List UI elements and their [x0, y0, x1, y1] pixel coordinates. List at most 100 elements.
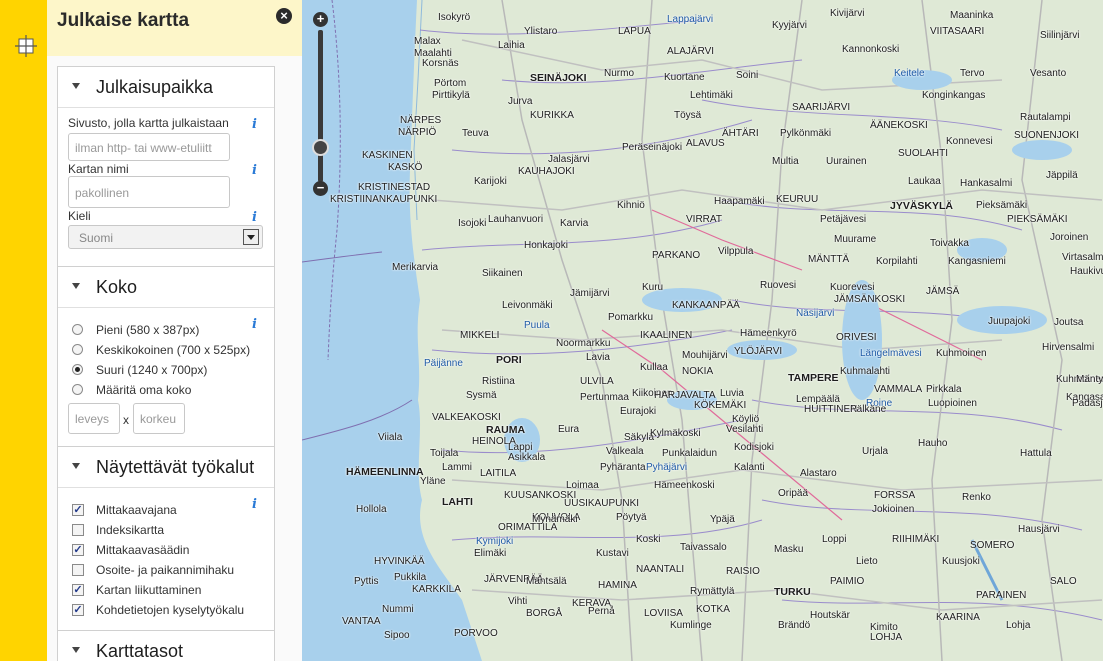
- tool-option-label: Indeksikartta: [96, 523, 165, 537]
- section-location-header[interactable]: Julkaisupaikka: [58, 67, 274, 108]
- place-label: Lehtimäki: [690, 90, 733, 101]
- place-label: NÄRPIÖ: [398, 127, 437, 138]
- place-label: Sipoo: [384, 630, 410, 641]
- place-label: Hollola: [356, 504, 387, 515]
- crosshair-icon[interactable]: [14, 34, 38, 58]
- radio-button-selected[interactable]: [72, 364, 83, 375]
- place-label: HÄMEENLINNA: [346, 466, 424, 478]
- place-label: Kuhmoinen: [936, 348, 987, 359]
- tool-option-label: Mittakaavasäädin: [96, 543, 190, 557]
- place-label: RAUMA: [486, 424, 526, 436]
- checkbox[interactable]: [72, 524, 84, 536]
- place-label: Jäppilä: [1046, 170, 1078, 181]
- zoom-out-button[interactable]: −: [313, 181, 328, 196]
- collapse-triangle-icon: [72, 83, 80, 89]
- place-label: Ylistaro: [524, 26, 558, 37]
- place-label: LOHJA: [870, 632, 903, 643]
- place-label: Eurajoki: [620, 406, 657, 417]
- place-label: Jämijärvi: [570, 288, 610, 299]
- place-label: Kuortane: [664, 72, 705, 83]
- custom-height-input[interactable]: korkeu: [133, 403, 185, 434]
- place-label: Kannonkoski: [842, 44, 900, 55]
- chevron-down-icon[interactable]: [243, 229, 259, 245]
- place-label: Oripää: [778, 488, 809, 499]
- place-label: UUSIKAUPUNKI: [564, 498, 640, 509]
- place-label: Kuorevesi: [830, 282, 875, 293]
- place-label: Koski: [636, 534, 661, 545]
- custom-width-input[interactable]: leveys: [68, 403, 120, 434]
- place-label: Kangasniemi: [948, 256, 1006, 267]
- zoom-slider-track[interactable]: [318, 30, 323, 182]
- place-label: Pyttis: [354, 576, 379, 587]
- place-label: Nummi: [382, 604, 414, 615]
- place-label: PORVOO: [454, 628, 498, 639]
- place-label: Petäjävesi: [820, 214, 867, 225]
- place-label: Sysmä: [466, 390, 497, 401]
- section-tools-header[interactable]: Näytettävät työkalut: [58, 447, 274, 488]
- tool-option-label: Osoite- ja paikannimihaku: [96, 563, 235, 577]
- place-label: Juupajoki: [988, 316, 1031, 327]
- section-layers: Karttatasot: [57, 630, 275, 661]
- place-label: Merikarvia: [392, 262, 439, 273]
- zoom-slider-handle[interactable]: [312, 139, 329, 156]
- radio-button[interactable]: [72, 324, 83, 335]
- place-label: Kihniö: [617, 200, 645, 211]
- language-select[interactable]: Suomi: [68, 225, 263, 249]
- checkbox[interactable]: [72, 564, 84, 576]
- info-icon[interactable]: i: [252, 497, 257, 512]
- place-label: LOVIISA: [644, 608, 683, 619]
- checkbox-checked[interactable]: ✓: [72, 544, 84, 556]
- zoom-in-button[interactable]: +: [313, 12, 328, 27]
- info-icon[interactable]: i: [252, 163, 257, 178]
- place-label: KASKÖ: [388, 162, 423, 173]
- place-label: YLÖJÄRVI: [734, 346, 783, 357]
- place-label: Hattula: [1020, 448, 1052, 459]
- radio-button[interactable]: [72, 344, 83, 355]
- place-label: Tervo: [960, 68, 985, 79]
- place-label: KÖKEMÄKI: [694, 400, 747, 411]
- section-layers-header[interactable]: Karttatasot: [58, 631, 274, 661]
- place-label: Pirttikylä: [432, 90, 470, 101]
- checkbox-checked[interactable]: ✓: [72, 504, 84, 516]
- place-label: Kivijärvi: [830, 8, 865, 19]
- place-label: Uurainen: [826, 156, 867, 167]
- checkbox-checked[interactable]: ✓: [72, 604, 84, 616]
- place-label: KASKINEN: [362, 150, 413, 161]
- zoom-control[interactable]: + −: [310, 12, 332, 202]
- place-label: Yläne: [420, 476, 446, 487]
- place-label: SUOLAHTI: [898, 148, 949, 159]
- place-label: Kylmäkoski: [650, 428, 701, 439]
- info-icon[interactable]: i: [252, 210, 257, 225]
- section-size-header[interactable]: Koko: [58, 267, 274, 308]
- place-label: Korsnäs: [422, 58, 459, 69]
- place-label: SAARIJÄRVI: [792, 102, 851, 113]
- map-view[interactable]: Isokyrö Ylistaro LAPUA Lappajärvi Kyyjärvi Ki…: [302, 0, 1103, 661]
- panel-content: Julkaisupaikka Sivusto, jolla kartta jul…: [47, 56, 302, 661]
- place-label: Hauho: [918, 438, 948, 449]
- map-name-input[interactable]: pakollinen: [68, 176, 230, 208]
- place-label: PARAINEN: [976, 590, 1027, 601]
- place-label: Isojoki: [458, 218, 487, 229]
- place-label: Lammi: [442, 462, 473, 473]
- place-label: Isokyrö: [438, 12, 471, 23]
- place-label: Houtskär: [810, 610, 851, 621]
- place-label: Vihti: [508, 596, 528, 607]
- info-icon[interactable]: i: [252, 117, 257, 132]
- place-label: Kumlinge: [670, 620, 712, 631]
- place-label: NAANTALI: [636, 564, 685, 575]
- close-icon[interactable]: ×: [276, 8, 292, 24]
- site-input[interactable]: ilman http- tai www-etuliitt: [68, 133, 230, 161]
- section-size-title: Koko: [96, 277, 138, 297]
- place-label: ÄÄNEKOSKI: [870, 120, 928, 131]
- section-layers-title: Karttatasot: [96, 641, 184, 661]
- checkbox-checked[interactable]: ✓: [72, 584, 84, 596]
- section-size: Koko i Pieni (580 x 387px) Keskikokoinen…: [57, 266, 275, 448]
- place-label: Mäntsälä: [526, 576, 567, 587]
- radio-button[interactable]: [72, 384, 83, 395]
- place-label: Lohja: [1006, 620, 1031, 631]
- info-icon[interactable]: i: [252, 317, 257, 332]
- place-label: Muurame: [834, 234, 877, 245]
- place-label: Töysä: [674, 110, 702, 121]
- section-location: Julkaisupaikka Sivusto, jolla kartta jul…: [57, 66, 275, 268]
- place-label: Jokioinen: [872, 504, 915, 515]
